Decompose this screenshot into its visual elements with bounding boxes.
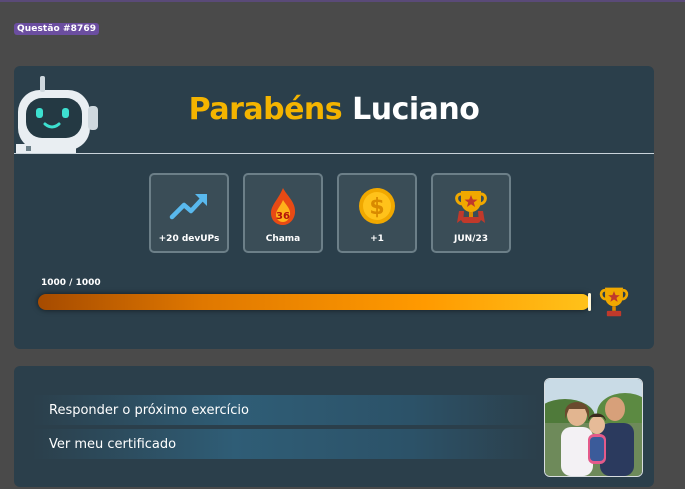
stats-row: +20 devUPs 36 Chama $ +1 JUN/23 <box>149 173 511 253</box>
congrats-greeting: Parabéns <box>188 92 343 127</box>
user-name: Luciano <box>352 92 480 127</box>
top-border <box>0 0 685 2</box>
svg-text:$: $ <box>369 195 384 220</box>
streak-count: 36 <box>276 211 290 222</box>
stat-devups: +20 devUPs <box>149 173 229 253</box>
stat-coins-label: +1 <box>370 234 384 244</box>
congrats-title: Parabéns Luciano <box>14 92 654 127</box>
flame-icon: 36 <box>268 186 298 226</box>
progress-fill <box>38 293 591 311</box>
stat-coins: $ +1 <box>337 173 417 253</box>
stat-trophy: JUN/23 <box>431 173 511 253</box>
stat-streak-label: Chama <box>265 234 301 244</box>
next-exercise-button[interactable]: Responder o próximo exercício <box>32 395 538 425</box>
coin-icon: $ <box>358 186 396 226</box>
user-photo <box>544 378 643 477</box>
stat-trophy-label: JUN/23 <box>453 234 488 244</box>
trending-up-icon <box>169 186 209 226</box>
progress-label: 1000 / 1000 <box>41 278 101 288</box>
goal-trophy-icon <box>597 284 631 322</box>
question-badge: Questão #8769 <box>14 23 100 35</box>
actions-card: Responder o próximo exercício Ver meu ce… <box>14 366 654 487</box>
result-card: Parabéns Luciano +20 devUPs 36 Chama $ +… <box>14 66 654 349</box>
stat-streak: 36 Chama <box>243 173 323 253</box>
progress-bar <box>38 293 591 311</box>
trophy-icon <box>453 186 489 226</box>
header-divider <box>14 153 654 154</box>
view-certificate-button[interactable]: Ver meu certificado <box>32 429 538 459</box>
stat-devups-label: +20 devUPs <box>158 234 220 244</box>
